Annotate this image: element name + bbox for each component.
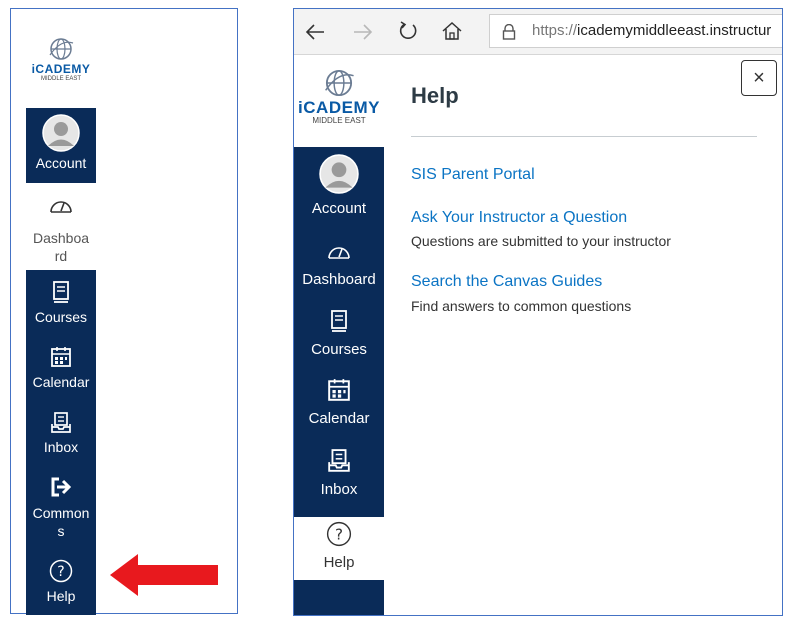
nav-item-courses[interactable]: Courses [294,309,384,359]
nav-item-commons[interactable]: Common s [26,477,96,540]
calendar-icon [51,347,71,367]
help-tray: Help × SIS Parent Portal Ask Your Instru… [384,55,782,615]
courses-book-icon [53,281,69,303]
logo-name: iCADEMY [31,62,91,76]
nav-label-dashboard-2: rd [54,248,68,264]
address-bar[interactable]: https://icademymiddleeast.instructur [489,14,782,48]
nav-item-account[interactable]: Account [294,154,384,218]
help-tray-title: Help [411,83,459,108]
avatar-icon [319,154,359,194]
right-screenshot: https://icademymiddleeast.instructur iCA… [293,8,783,616]
nav-label-commons-2: s [57,523,65,539]
nav-item-courses[interactable]: Courses [26,281,96,326]
back-arrow-icon[interactable] [304,22,326,42]
help-question-icon: ? [326,521,352,547]
help-question-icon: ? [49,559,73,583]
nav-label-dashboard: Dashboard [302,271,376,288]
lock-icon [502,24,516,40]
courses-book-icon [331,310,347,332]
close-icon: × [753,66,765,89]
nav-item-calendar[interactable]: Calendar [294,378,384,428]
home-icon[interactable] [441,20,463,42]
nav-label-help: Help [46,588,76,604]
nav-label-commons-1: Common [32,505,90,521]
nav-label-courses: Courses [34,309,88,325]
dashboard-gauge-icon [50,201,72,213]
address-url-scheme: https:// [532,22,578,39]
logo-sub: MIDDLE EAST [312,116,366,125]
left-screenshot: iCADEMY MIDDLE EAST Account Dashboa rd C… [10,8,238,615]
link-sis-parent-portal[interactable]: SIS Parent Portal [411,166,535,184]
close-button[interactable]: × [741,60,777,96]
nav-label-calendar: Calendar [308,410,370,427]
nav-label-courses: Courses [311,341,367,358]
address-url-host: icademymiddleeast.instructur [577,22,772,39]
link-canvas-guides[interactable]: Search the Canvas Guides [411,273,602,291]
globe-logo-icon [49,38,74,60]
red-arrow-icon [110,554,218,596]
svg-text:?: ? [57,564,64,580]
nav-item-help[interactable]: ? Help [26,559,96,605]
nav-item-dashboard[interactable]: Dashboard [294,241,384,289]
desc-canvas-guides: Find answers to common questions [411,298,632,314]
link-ask-instructor[interactable]: Ask Your Instructor a Question [411,209,627,227]
help-tray-divider [411,136,757,137]
nav-item-inbox[interactable]: Inbox [26,412,96,456]
address-url: https://icademymiddleeast.instructur [532,22,771,39]
inbox-icon [51,412,71,433]
forward-arrow-icon[interactable] [352,22,374,42]
nav-label-help: Help [323,554,355,571]
nav-item-account[interactable]: Account [26,114,96,172]
inbox-icon [328,449,350,472]
avatar-icon [42,114,80,152]
global-nav-bg-bottom [294,580,384,615]
nav-item-help[interactable]: ? Help [294,521,384,572]
svg-text:?: ? [335,525,343,543]
refresh-icon[interactable] [397,20,419,42]
globe-logo-icon [325,69,354,97]
nav-label-inbox: Inbox [320,481,358,498]
nav-label-inbox: Inbox [43,439,79,455]
logo[interactable]: iCADEMY MIDDLE EAST [294,66,384,136]
nav-item-dashboard[interactable]: Dashboa rd [26,195,96,265]
logo-name: iCADEMY [298,98,380,117]
nav-label-account: Account [311,200,367,217]
desc-ask-instructor: Questions are submitted to your instruct… [411,233,671,249]
nav-item-calendar[interactable]: Calendar [26,346,96,391]
nav-item-inbox[interactable]: Inbox [294,449,384,499]
nav-label-dashboard-1: Dashboa [32,230,90,246]
logo-sub: MIDDLE EAST [40,76,81,82]
logo[interactable]: iCADEMY MIDDLE EAST [29,35,93,91]
nav-label-calendar: Calendar [32,374,90,390]
dashboard-gauge-icon [328,247,350,259]
browser-toolbar: https://icademymiddleeast.instructur [294,9,782,55]
calendar-icon [328,379,350,401]
commons-arrow-icon [51,477,72,497]
nav-label-account: Account [35,155,87,171]
